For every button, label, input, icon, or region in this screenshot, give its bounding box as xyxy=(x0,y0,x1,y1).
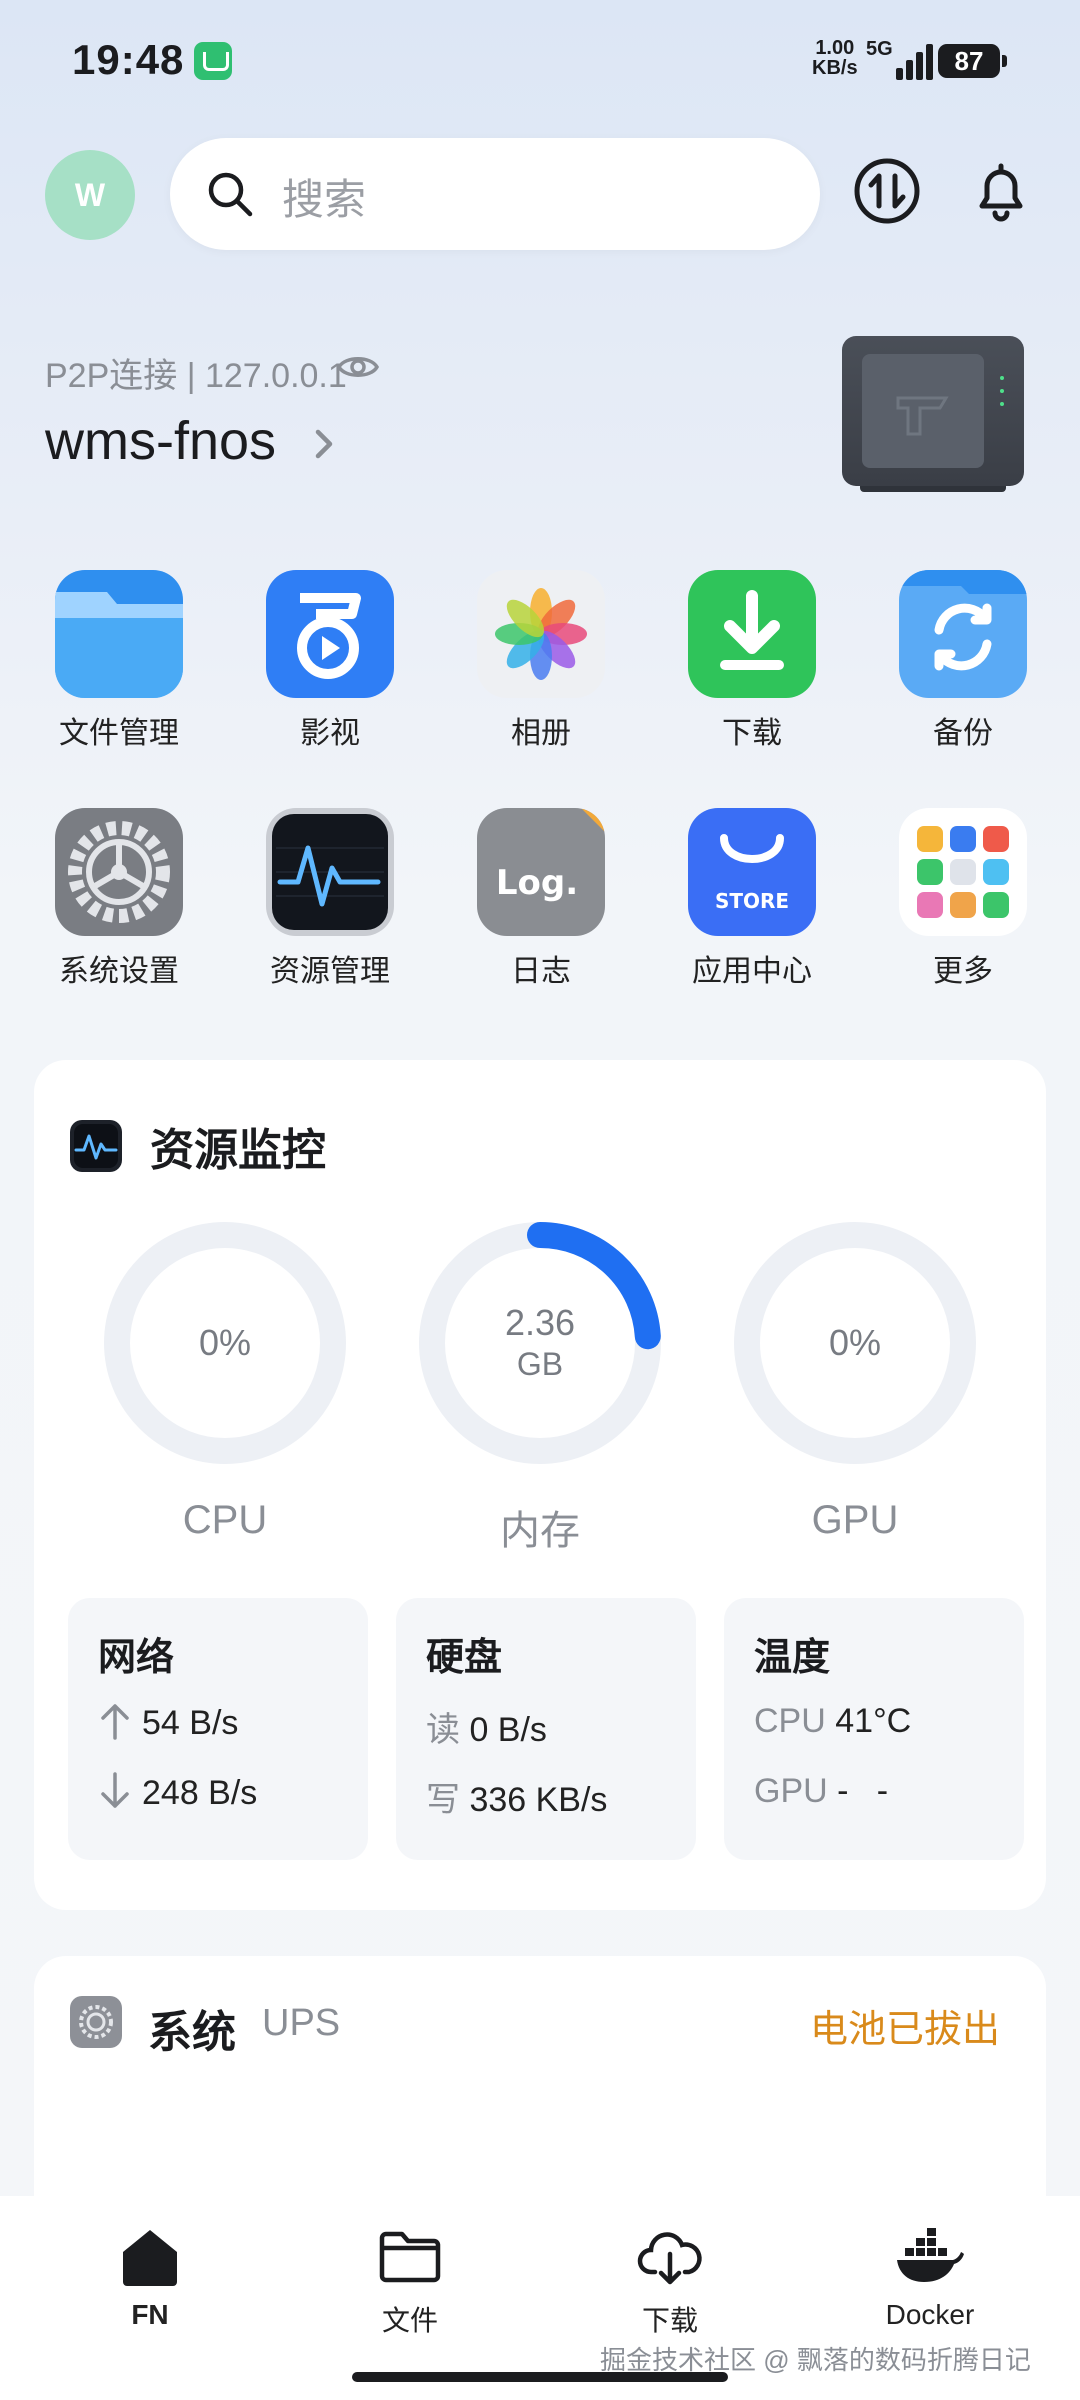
disk-read-value: 0 B/s xyxy=(469,1711,547,1749)
connection-info: P2P连接 | 127.0.0.1 xyxy=(45,357,347,395)
ups-status: 电池已拔出 xyxy=(809,2009,1000,2051)
gpu-temp-value: - - xyxy=(837,1772,889,1810)
memory-label: 内存 xyxy=(500,1509,580,1553)
gpu-value: 0% xyxy=(828,1322,882,1363)
resource-monitor-card[interactable]: 资源监控 0% CPU 2.36 GB 内存 0% GPU 网络 54 B/s … xyxy=(34,1060,1046,1910)
network-stat[interactable]: 网络 54 B/s 248 B/s xyxy=(68,1598,368,1860)
app-label: 应用中心 xyxy=(692,955,812,988)
nav-download[interactable]: 下载 xyxy=(580,2226,760,2339)
nas-device-image xyxy=(842,336,1024,492)
app-label: 影视 xyxy=(300,717,360,750)
app-monitor[interactable]: 资源管理 xyxy=(235,808,425,990)
eye-icon[interactable] xyxy=(336,350,380,384)
app-film[interactable]: 影视 xyxy=(235,570,425,752)
system-subtitle: UPS xyxy=(262,2002,341,2044)
app-label: 备份 xyxy=(933,717,993,750)
store-icon: STORE xyxy=(688,808,816,936)
search-icon xyxy=(208,172,253,217)
app-log[interactable]: Log. 日志 xyxy=(446,808,636,990)
app-label: 下载 xyxy=(722,717,782,750)
arrow-up-icon xyxy=(101,1704,129,1740)
more-icon xyxy=(899,808,1027,936)
battery-icon: 87 xyxy=(938,44,1007,78)
download-icon xyxy=(688,570,816,698)
network-stat-title: 网络 xyxy=(98,1637,175,1679)
app-store[interactable]: STORE 应用中心 xyxy=(657,808,847,990)
cpu-value: 0% xyxy=(198,1322,252,1363)
memory-unit: GB xyxy=(516,1346,564,1382)
app-download[interactable]: 下载 xyxy=(657,570,847,752)
app-backup[interactable]: 备份 xyxy=(868,570,1058,752)
home-icon xyxy=(123,2230,177,2286)
monitor-title: 资源监控 xyxy=(150,1126,326,1175)
network-down-value: 248 B/s xyxy=(142,1774,258,1812)
app-label: 资源管理 xyxy=(270,955,390,988)
nav-files[interactable]: 文件 xyxy=(320,2226,500,2339)
app-label: 文件管理 xyxy=(59,717,179,750)
monitor-icon xyxy=(70,1120,122,1172)
app-more[interactable]: 更多 xyxy=(868,808,1058,990)
disk-stat-title: 硬盘 xyxy=(426,1637,503,1679)
folder-icon xyxy=(55,570,183,698)
cpu-label: CPU xyxy=(182,1498,268,1542)
transfer-icon[interactable] xyxy=(852,156,922,226)
app-label: 系统设置 xyxy=(59,955,179,988)
status-time: 19:48 xyxy=(72,36,185,83)
photos-icon xyxy=(477,570,605,698)
home-indicator[interactable] xyxy=(352,2372,728,2382)
disk-write-value: 336 KB/s xyxy=(469,1781,608,1819)
chevron-right-icon[interactable] xyxy=(312,424,336,464)
app-label: 相册 xyxy=(511,717,571,750)
temperature-stat-title: 温度 xyxy=(754,1637,831,1679)
network-up-value: 54 B/s xyxy=(142,1704,239,1742)
signal-icon xyxy=(896,44,936,80)
app-folder[interactable]: 文件管理 xyxy=(24,570,214,752)
app-label: 日志 xyxy=(511,955,571,988)
disk-stat[interactable]: 硬盘 读 0 B/s 写 336 KB/s xyxy=(396,1598,696,1860)
memory-value: 2.36 xyxy=(504,1302,576,1343)
network-type: 5G xyxy=(866,38,893,60)
arrow-down-icon xyxy=(101,1772,129,1808)
app-photos[interactable]: 相册 xyxy=(446,570,636,752)
monitor-icon xyxy=(266,808,394,936)
notification-app-icon xyxy=(194,42,232,80)
search-placeholder: 搜索 xyxy=(282,176,367,223)
network-speed: 1.00 KB/s xyxy=(812,37,858,79)
svg-text:Log.: Log. xyxy=(496,863,578,903)
folder-icon xyxy=(379,2231,441,2283)
gear-icon xyxy=(55,808,183,936)
bell-icon[interactable] xyxy=(966,156,1036,226)
app-gear[interactable]: 系统设置 xyxy=(24,808,214,990)
svg-text:STORE: STORE xyxy=(715,889,789,913)
app-label: 更多 xyxy=(933,955,993,988)
system-title: 系统 xyxy=(148,2008,236,2057)
device-name[interactable]: wms-fnos xyxy=(45,410,276,472)
download-icon xyxy=(637,2232,702,2285)
docker-icon xyxy=(897,2228,964,2282)
film-icon xyxy=(266,570,394,698)
gpu-label: GPU xyxy=(811,1498,899,1542)
backup-icon xyxy=(899,570,1027,698)
log-icon: Log. xyxy=(477,808,605,936)
gear-icon xyxy=(70,1996,122,2048)
cpu-temp-value: 41°C xyxy=(835,1702,912,1740)
temperature-stat[interactable]: 温度 CPU 41°C GPU - - xyxy=(724,1598,1024,1860)
avatar[interactable]: W xyxy=(45,150,135,240)
search-bar[interactable]: 搜索 xyxy=(170,138,820,250)
status-bar: 19:48 1.00 KB/s 5G 87 xyxy=(0,0,1080,120)
nav-docker[interactable]: Docker xyxy=(840,2226,1020,2331)
nav-fn[interactable]: FN xyxy=(60,2226,240,2331)
